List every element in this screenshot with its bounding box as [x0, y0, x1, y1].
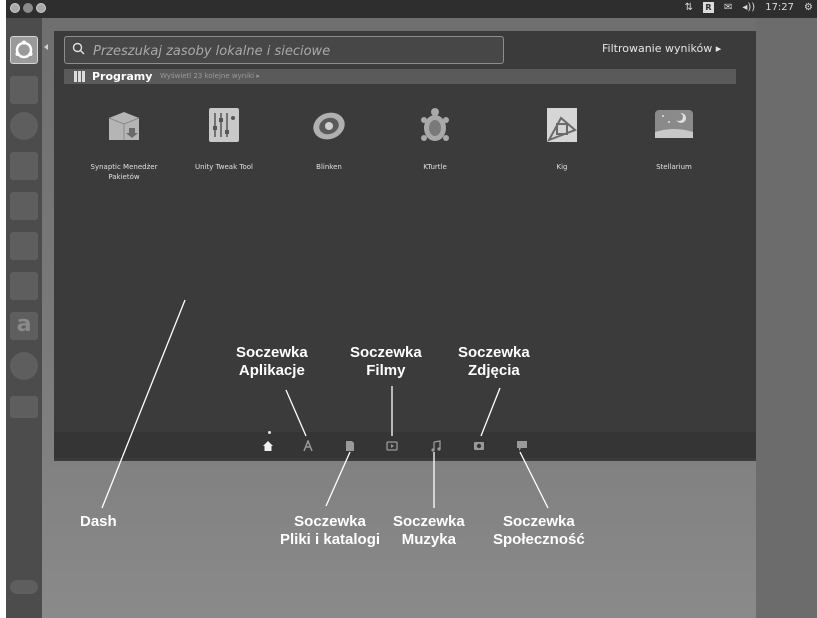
settings-launcher-icon[interactable] — [10, 352, 38, 380]
amazon-launcher-icon[interactable]: a — [10, 312, 38, 340]
applications-lens-callout: Soczewka Aplikacje — [236, 344, 308, 380]
sound-icon[interactable]: ◂)) — [742, 2, 755, 13]
app-label: Unity Tweak Tool — [195, 163, 253, 171]
active-lens-indicator — [268, 431, 271, 434]
window-controls — [10, 3, 46, 13]
callout-line2: Pliki i katalogi — [280, 531, 381, 548]
maximize-window-button[interactable] — [36, 3, 46, 13]
gear-icon[interactable]: ⚙ — [804, 2, 813, 13]
callout-line1: Soczewka — [294, 513, 366, 530]
show-more-results-link[interactable]: Wyświetl 23 kolejne wyniki ▸ — [160, 72, 260, 80]
dash-home-button[interactable] — [10, 36, 38, 64]
lens-bar — [54, 432, 756, 458]
callout-line1: Soczewka — [458, 344, 530, 361]
keyboard-indicator-icon[interactable]: R — [702, 2, 714, 13]
launcher: a — [6, 18, 42, 618]
files-launcher-icon[interactable] — [10, 76, 38, 104]
minimize-window-button[interactable] — [23, 3, 33, 13]
callout-text: Dash — [80, 513, 117, 530]
browser-launcher-icon[interactable] — [10, 112, 38, 140]
top-panel: ⇅ R ✉ ◂)) 17:27 ⚙ — [6, 0, 817, 18]
files-lens-callout: Soczewka Pliki i katalogi — [280, 513, 380, 549]
trash-launcher-icon[interactable] — [10, 580, 38, 594]
search-field[interactable] — [64, 36, 504, 64]
writer-launcher-icon[interactable] — [10, 152, 38, 180]
app-result-unity-tweak-tool[interactable]: Unity Tweak Tool — [179, 100, 269, 172]
tweak-icon — [209, 108, 239, 142]
app-label: KTurtle — [423, 163, 447, 171]
callout-line2: Społeczność — [493, 531, 585, 548]
social-lens-icon[interactable] — [516, 440, 528, 452]
clock[interactable]: 17:27 — [765, 2, 794, 13]
app-label: Synaptic Menedżer Pakietów — [90, 163, 158, 181]
app-result-kturtle[interactable]: KTurtle — [390, 100, 480, 172]
package-icon — [108, 112, 140, 140]
close-window-button[interactable] — [10, 3, 20, 13]
photo-lens-callout: Soczewka Zdjęcia — [458, 344, 530, 380]
blinken-icon — [313, 112, 345, 140]
impress-launcher-icon[interactable] — [10, 232, 38, 260]
callout-line2: Zdjęcia — [468, 362, 520, 379]
search-input[interactable] — [91, 39, 495, 63]
app-label: Kig — [556, 163, 568, 171]
files-lens-icon[interactable] — [344, 440, 356, 452]
callout-line2: Aplikacje — [238, 362, 305, 379]
applications-lens-icon[interactable] — [302, 440, 314, 452]
app-result-stellarium[interactable]: Stellarium — [629, 100, 719, 172]
desktop-right-area — [756, 18, 817, 618]
kig-icon — [546, 108, 577, 142]
workspaces-launcher-icon[interactable] — [10, 396, 38, 418]
app-result-synaptic[interactable]: Synaptic Menedżer Pakietów — [79, 100, 169, 182]
app-label: Stellarium — [656, 163, 692, 171]
category-title: Programy — [92, 70, 153, 83]
stellarium-icon — [655, 110, 693, 138]
calc-launcher-icon[interactable] — [10, 192, 38, 220]
music-lens-callout: Soczewka Muzyka — [393, 513, 465, 549]
callout-line1: Soczewka — [236, 344, 308, 361]
filter-results-button[interactable]: Filtrowanie wyników ▸ — [602, 42, 721, 55]
app-result-blinken[interactable]: Blinken — [284, 100, 374, 172]
applications-category-icon — [74, 71, 85, 82]
indicator-area: ⇅ R ✉ ◂)) 17:27 ⚙ — [685, 2, 813, 13]
search-icon — [72, 42, 85, 55]
dash-callout: Dash — [80, 513, 117, 531]
app-label: Blinken — [316, 163, 342, 171]
turtle-icon — [421, 108, 449, 141]
network-icon[interactable]: ⇅ — [685, 2, 693, 13]
callout-line1: Soczewka — [393, 513, 465, 530]
photo-lens-icon[interactable] — [473, 440, 485, 452]
home-lens-icon[interactable] — [262, 440, 274, 452]
mail-icon[interactable]: ✉ — [724, 2, 732, 13]
ubuntu-logo-icon — [15, 40, 33, 59]
callout-line2: Muzyka — [401, 531, 456, 548]
callout-line2: Filmy — [366, 362, 406, 379]
app-result-kig[interactable]: Kig — [517, 100, 607, 172]
launcher-active-arrow — [44, 44, 48, 50]
callout-line1: Soczewka — [502, 513, 575, 530]
software-center-launcher-icon[interactable] — [10, 272, 38, 300]
amazon-icon: a — [16, 312, 32, 337]
dash-overlay — [54, 31, 756, 461]
video-lens-callout: Soczewka Filmy — [350, 344, 422, 380]
social-lens-callout: Soczewka Społeczność — [493, 513, 585, 549]
category-header-programs: Programy Wyświetl 23 kolejne wyniki ▸ — [64, 69, 736, 84]
video-lens-icon[interactable] — [386, 440, 398, 452]
music-lens-icon[interactable] — [430, 440, 442, 452]
callout-line1: Soczewka — [350, 344, 422, 361]
